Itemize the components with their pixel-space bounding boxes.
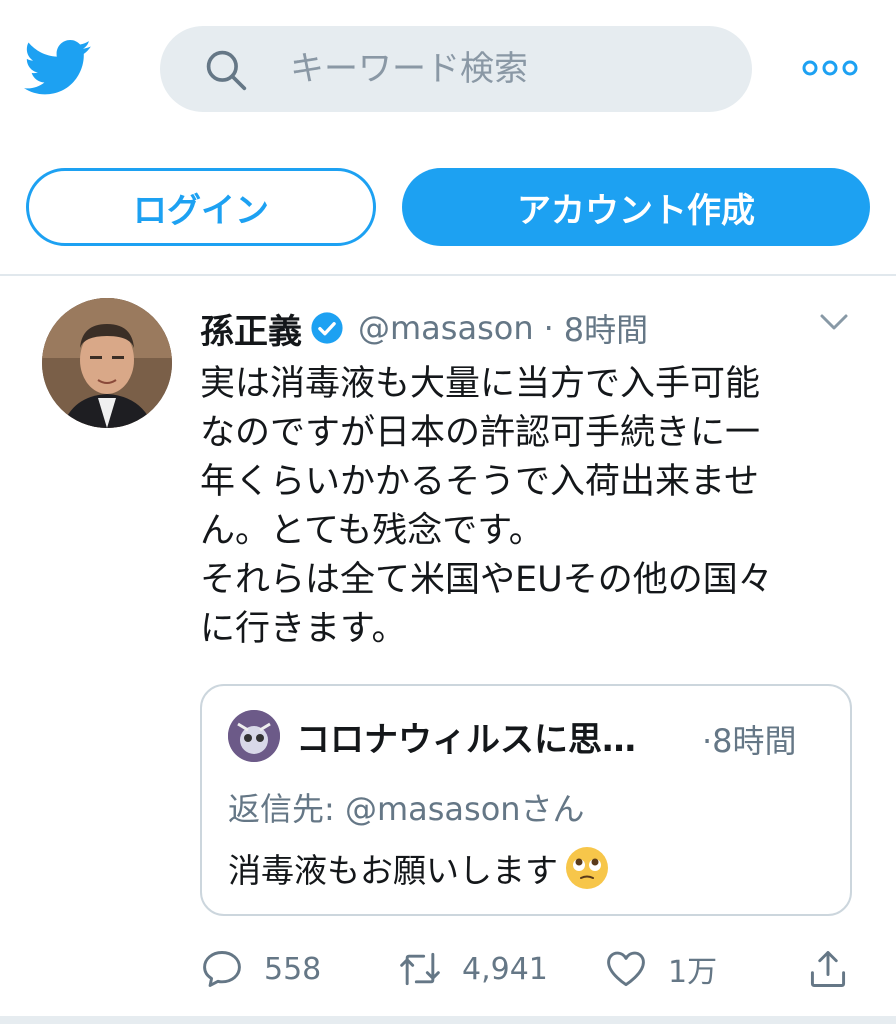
retweet-action[interactable]: 4,941 xyxy=(398,946,548,992)
quote-avatar[interactable] xyxy=(228,710,280,762)
login-button[interactable]: ログイン xyxy=(26,168,376,246)
quote-author-name[interactable]: コロナウィルスに思… xyxy=(296,712,636,761)
pleading-face-emoji-icon xyxy=(566,847,608,889)
retweet-icon xyxy=(400,952,440,986)
bottom-divider xyxy=(0,1016,896,1024)
share-icon xyxy=(810,951,846,987)
share-action[interactable] xyxy=(806,946,850,992)
auth-buttons: ログイン アカウント作成 xyxy=(0,140,896,274)
tweet-time[interactable]: 8時間 xyxy=(564,305,648,351)
quote-text: 消毒液もお願いします xyxy=(228,844,610,892)
reply-icon xyxy=(203,951,241,987)
more-options-icon[interactable] xyxy=(800,56,860,80)
tweet-actions: 558 4,941 1万 xyxy=(200,946,860,992)
avatar[interactable] xyxy=(42,298,172,428)
search-box[interactable] xyxy=(160,26,752,112)
chevron-down-icon[interactable] xyxy=(818,310,850,334)
retweet-count: 4,941 xyxy=(462,951,548,987)
avatar-photo xyxy=(42,298,172,428)
verified-badge-icon xyxy=(311,312,343,344)
top-bar xyxy=(0,0,896,140)
quote-text-label: 消毒液もお願いします xyxy=(228,851,558,890)
author-handle[interactable]: @masason xyxy=(358,309,534,347)
quote-reply-to: 返信先: @masasonさん xyxy=(228,790,585,828)
reply-action[interactable]: 558 xyxy=(200,946,321,992)
search-icon xyxy=(206,50,247,91)
like-action[interactable]: 1万 xyxy=(604,946,717,992)
quoted-tweet[interactable]: コロナウィルスに思… ·8時間 返信先: @masasonさん 消毒液もお願いし… xyxy=(200,684,852,916)
tweet[interactable]: 孫正義 @masason · 8時間 実は消毒液も大量に当方で入手可能 なのです… xyxy=(0,276,896,1016)
tweet-header: 孫正義 @masason · 8時間 xyxy=(200,304,820,352)
reply-count: 558 xyxy=(264,951,322,987)
twitter-logo-icon[interactable] xyxy=(24,38,92,98)
search-input[interactable] xyxy=(290,44,710,94)
author-name[interactable]: 孫正義 xyxy=(200,304,302,353)
tweet-text: 実は消毒液も大量に当方で入手可能 なのですが日本の許認可手続きに一 年くらいかか… xyxy=(200,364,773,649)
quote-avatar-image xyxy=(228,710,280,762)
quote-time: ·8時間 xyxy=(702,722,797,760)
like-count: 1万 xyxy=(668,955,718,990)
signup-button[interactable]: アカウント作成 xyxy=(402,168,870,246)
heart-icon xyxy=(607,951,645,987)
separator-dot: · xyxy=(543,309,554,347)
